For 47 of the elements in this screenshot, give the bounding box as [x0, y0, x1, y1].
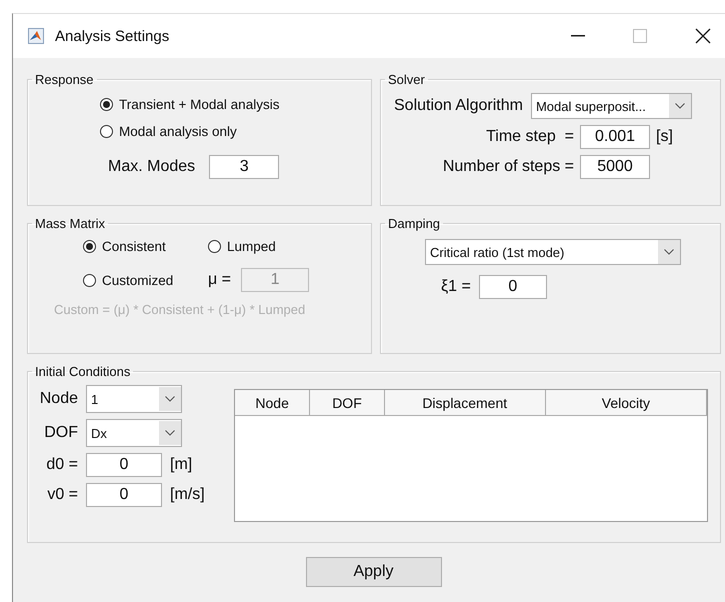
dropdown[interactable]: Dx: [86, 419, 182, 447]
panel-legend: Solver: [385, 72, 428, 87]
column-header[interactable]: DOF: [310, 390, 385, 416]
input-field[interactable]: 0.001: [580, 125, 650, 149]
chevron-icon: [165, 430, 175, 436]
input-field[interactable]: 0: [86, 453, 162, 477]
dropdown[interactable]: Modal superposit...: [530, 93, 692, 119]
input-field[interactable]: 5000: [580, 155, 650, 179]
panel-legend: Initial Conditions: [32, 364, 134, 379]
field-label: Node: [38, 390, 78, 408]
column-header[interactable]: Node: [235, 390, 310, 416]
field-label: Solution Algorithm: [394, 97, 523, 115]
chevron-icon: [165, 396, 175, 402]
minimize-icon[interactable]: [571, 35, 585, 37]
dropdown[interactable]: 1: [86, 385, 182, 413]
unit-label: [m]: [170, 456, 192, 474]
column-header[interactable]: Displacement: [384, 390, 546, 416]
field-label: DOF: [43, 424, 78, 442]
radio-option[interactable]: Lumped: [208, 239, 361, 254]
field-label: Time step =: [485, 128, 574, 146]
window-title: Analysis Settings: [55, 28, 170, 44]
radio-option[interactable]: Customized: [83, 272, 208, 288]
unit-label: [s]: [656, 128, 673, 146]
input-field[interactable]: 3: [209, 155, 280, 179]
field-label: d0 =: [45, 456, 78, 474]
chevron-icon: [674, 103, 685, 109]
unit-label: [m/s]: [170, 486, 205, 504]
field-label: ξ1 =: [441, 278, 471, 296]
close-icon[interactable]: [695, 28, 711, 44]
panel-legend: Mass Matrix: [32, 216, 108, 231]
panel-legend: Response: [32, 72, 97, 87]
field-label: Max. Modes: [108, 158, 196, 176]
dropdown[interactable]: Critical ratio (1st mode): [425, 239, 681, 265]
radio-option[interactable]: Modal analysis only: [100, 124, 361, 139]
radio-option[interactable]: Consistent: [83, 239, 208, 254]
input-field[interactable]: 0: [478, 275, 547, 299]
panel-legend: Damping: [385, 216, 444, 231]
chevron-icon: [664, 249, 674, 255]
app-icon: [28, 28, 44, 44]
radio-option[interactable]: Transient + Modal analysis: [100, 97, 361, 112]
column-header[interactable]: Velocity: [546, 390, 708, 416]
field-label: Number of steps =: [442, 158, 574, 176]
apply-button[interactable]: Apply: [306, 557, 442, 587]
field-label: v0 =: [46, 486, 78, 504]
field-label: μ =: [208, 271, 232, 289]
formula-text: Custom = (μ) * Consistent + (1-μ) * Lumped: [53, 301, 306, 317]
input-field[interactable]: 0: [86, 483, 162, 507]
